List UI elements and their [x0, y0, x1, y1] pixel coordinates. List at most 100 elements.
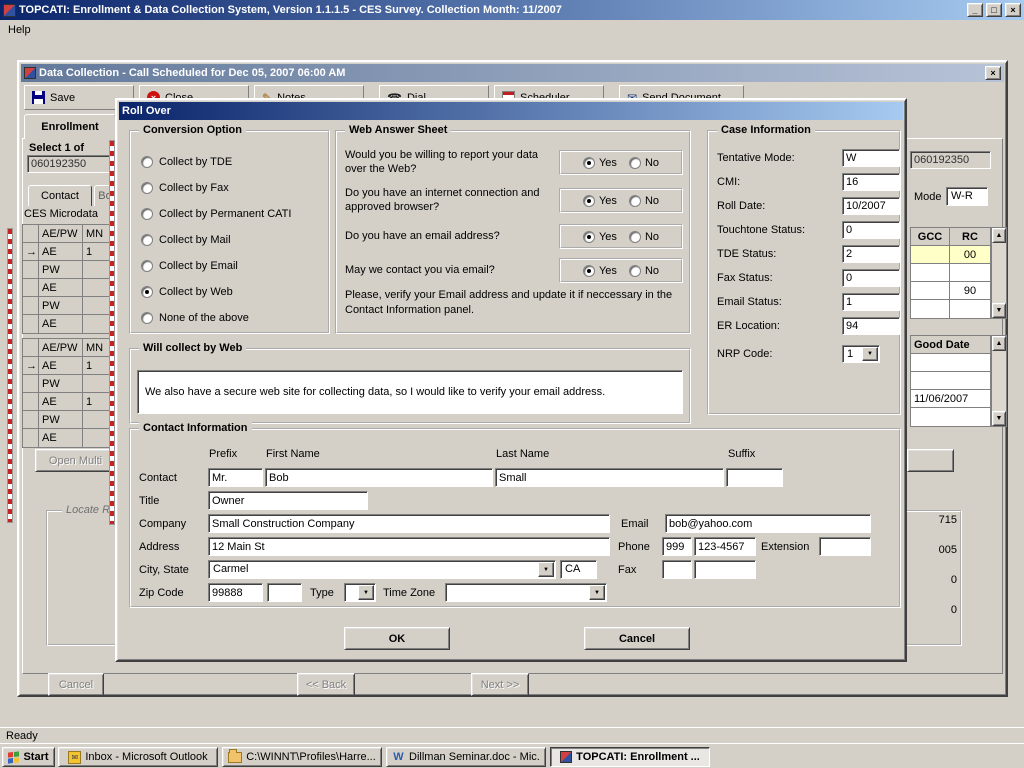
touchtone-status-field[interactable] [842, 221, 900, 239]
back-button[interactable]: << Back [297, 673, 355, 696]
state-combo[interactable]: CA [560, 560, 597, 579]
radio-none-of-the-above[interactable]: None of the above [141, 310, 249, 325]
radio-collect-by-mail[interactable]: Collect by Mail [141, 232, 231, 247]
start-button[interactable]: Start [2, 747, 55, 767]
dropdown-icon[interactable]: ▼ [589, 585, 605, 600]
dropdown-icon[interactable]: ▼ [538, 562, 554, 577]
email-field[interactable] [665, 514, 871, 533]
table-row[interactable]: PW [23, 411, 115, 429]
close-button[interactable]: × [1005, 3, 1021, 17]
ok-button[interactable]: OK [344, 627, 450, 650]
dropdown-icon[interactable]: ▼ [862, 347, 878, 361]
question-4-answer: Yes No [559, 258, 683, 283]
er-location-field[interactable] [842, 317, 900, 335]
title-field[interactable] [208, 491, 368, 510]
radio-collect-by-web[interactable]: Collect by Web [141, 284, 233, 299]
cancel-button[interactable]: Cancel [584, 627, 690, 650]
radio-collect-by-email[interactable]: Collect by Email [141, 258, 238, 273]
dc-close-button[interactable]: × [985, 66, 1001, 80]
radio-no[interactable]: No [629, 157, 659, 169]
table-row[interactable] [911, 408, 990, 426]
city-combo[interactable]: Carmel ▼ [208, 560, 556, 579]
fax-number-field[interactable] [694, 560, 756, 579]
dc-cancel-button[interactable]: Cancel [48, 673, 104, 696]
table-row[interactable]: AE [23, 279, 115, 297]
first-name-field[interactable] [265, 468, 493, 487]
nrp-code-combo[interactable]: 1 ▼ [842, 345, 880, 363]
table-row[interactable]: 11/06/2007 [911, 390, 990, 408]
taskbar-task-topcati[interactable]: TOPCATI: Enrollment ... [550, 747, 710, 767]
scrollbar-good-date[interactable]: ▲ ▼ [991, 335, 1007, 427]
maximize-button[interactable]: □ [986, 3, 1002, 17]
taskbar-task-explorer[interactable]: C:\WINNT\Profiles\Harre... [222, 747, 382, 767]
scroll-up-icon[interactable]: ▲ [992, 336, 1006, 351]
table-row[interactable]: → AE 1 [23, 243, 115, 261]
table-row[interactable]: PW [23, 297, 115, 315]
scroll-down-icon[interactable]: ▼ [992, 303, 1006, 318]
fax-area-field[interactable] [662, 560, 692, 579]
table-row[interactable]: 90 [911, 282, 990, 300]
radio-yes[interactable]: Yes [583, 157, 617, 169]
radio-icon [141, 260, 153, 272]
radio-no[interactable]: No [629, 195, 659, 207]
fax-status-field[interactable] [842, 269, 900, 287]
radio-collect-by-permanent-cati[interactable]: Collect by Permanent CATI [141, 206, 291, 221]
next-button[interactable]: Next >> [471, 673, 529, 696]
roll-date-field[interactable] [842, 197, 900, 215]
radio-yes[interactable]: Yes [583, 231, 617, 243]
table-row[interactable]: PW [23, 375, 115, 393]
dropdown-icon[interactable]: ▼ [358, 585, 374, 600]
zip-field[interactable] [208, 583, 263, 602]
minimize-button[interactable]: _ [967, 3, 983, 17]
scroll-down-icon[interactable]: ▼ [992, 411, 1006, 426]
prefix-field[interactable] [208, 468, 263, 487]
phone-number-field[interactable] [694, 537, 756, 556]
phone-area-field[interactable] [662, 537, 692, 556]
table-row[interactable] [911, 372, 990, 390]
menu-help[interactable]: Help [0, 22, 39, 38]
company-field[interactable] [208, 514, 610, 533]
will-collect-group: Will collect by Web We also have a secur… [129, 348, 691, 424]
table-row[interactable]: AE [23, 429, 115, 447]
time-zone-combo[interactable]: ▼ [445, 583, 607, 602]
table-row[interactable]: AE 1 [23, 393, 115, 411]
radio-yes[interactable]: Yes [583, 265, 617, 277]
partial-right-button[interactable] [907, 449, 954, 472]
address-field[interactable] [208, 537, 610, 556]
table-row[interactable]: PW [23, 261, 115, 279]
table-row[interactable] [911, 354, 990, 372]
cmi-field[interactable] [842, 173, 900, 191]
scroll-up-icon[interactable]: ▲ [992, 228, 1006, 243]
taskbar-task-word[interactable]: W Dillman Seminar.doc - Mic... [386, 747, 546, 767]
tab-contact[interactable]: Contact [28, 185, 92, 206]
suffix-field[interactable] [726, 468, 783, 487]
locate-label: Locate R [62, 504, 114, 516]
mode-field[interactable]: W-R [946, 187, 988, 206]
radio-icon [629, 195, 641, 207]
table-row[interactable]: AE [23, 315, 115, 333]
radio-yes[interactable]: Yes [583, 195, 617, 207]
email-status-field[interactable] [842, 293, 900, 311]
last-name-field[interactable] [495, 468, 724, 487]
radio-collect-by-tde[interactable]: Collect by TDE [141, 154, 232, 169]
tab-enrollment[interactable]: Enrollment [24, 114, 116, 139]
field-label: Touchtone Status: [717, 224, 805, 236]
table-row[interactable]: → AE 1 [23, 357, 115, 375]
table-row[interactable]: 00 [911, 246, 990, 264]
type-combo[interactable]: ▼ [344, 583, 376, 602]
menubar: Help [0, 20, 1024, 39]
radio-collect-by-fax[interactable]: Collect by Fax [141, 180, 229, 195]
table-row[interactable] [911, 264, 990, 282]
grid-header-row: AE/PW MN [23, 225, 115, 243]
radio-no[interactable]: No [629, 265, 659, 277]
open-multi-button[interactable]: Open Multi [35, 449, 116, 472]
extension-field[interactable] [819, 537, 871, 556]
radio-no[interactable]: No [629, 231, 659, 243]
zip4-field[interactable] [267, 583, 302, 602]
taskbar-task-outlook[interactable]: ✉ Inbox - Microsoft Outlook [58, 747, 218, 767]
ae-pw-grid-1: AE/PW MN → AE 1 PW AE PW [22, 224, 116, 334]
tde-status-field[interactable] [842, 245, 900, 263]
tentative-mode-field[interactable] [842, 149, 900, 167]
scrollbar-gcc[interactable]: ▲ ▼ [991, 227, 1007, 319]
table-row[interactable] [911, 300, 990, 318]
